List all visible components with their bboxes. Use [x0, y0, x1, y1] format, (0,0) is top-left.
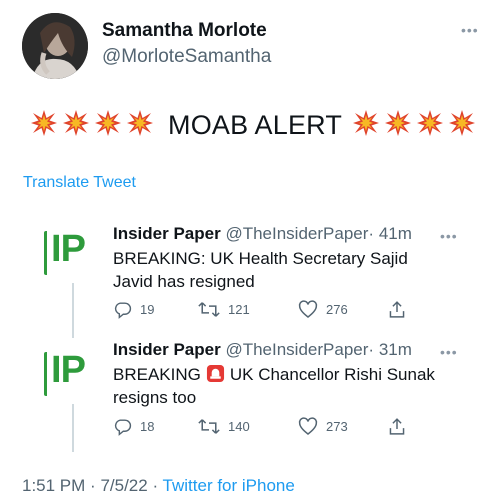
quoted-tweet-text-rest: UK Chancellor Rishi Sunak	[229, 365, 435, 384]
quoted-tweet-text: BREAKING: UK Health Secretary Sajid Javi…	[113, 247, 408, 293]
tweet-footer: 1:51 PM · 7/5/22 · Twitter for iPhone	[22, 476, 295, 496]
tweet-text: MOAB ALERT	[30, 108, 480, 142]
footer-separator: ·	[90, 476, 96, 495]
like-count: 276	[326, 302, 348, 317]
collision-icon	[31, 109, 57, 136]
retweet-icon	[198, 419, 220, 434]
retweet-button[interactable]: 140	[198, 417, 298, 436]
collision-icon	[385, 109, 412, 136]
author-handle[interactable]: @MorloteSamantha	[102, 46, 271, 68]
quoted-tweet-header: Insider Paper @TheInsiderPaper· 31m	[113, 340, 412, 360]
breaking-label: BREAKING	[113, 365, 201, 384]
quoted-tweet-line: Javid has resigned	[113, 272, 255, 291]
quoted-author-name[interactable]: Insider Paper	[113, 224, 221, 243]
like-button[interactable]: 273	[298, 417, 388, 436]
post-time[interactable]: 1:51 PM	[22, 476, 85, 495]
collision-icon	[449, 109, 476, 136]
like-count: 273	[326, 419, 348, 434]
collision-emoji-group-right	[352, 109, 480, 142]
insider-paper-logo: IP	[51, 349, 86, 391]
collision-icon	[63, 109, 89, 136]
quoted-tweet-time[interactable]: 41m	[379, 224, 412, 243]
heart-icon	[298, 417, 318, 435]
retweet-button[interactable]: 121	[198, 300, 298, 319]
quoted-tweet-line: BREAKING: UK Health Secretary Sajid	[113, 249, 408, 268]
quoted-tweet-header: Insider Paper @TheInsiderPaper· 41m	[113, 224, 412, 244]
more-options-icon[interactable]: •••	[461, 22, 479, 38]
reply-count: 18	[140, 419, 155, 434]
avatar-photo	[22, 13, 88, 79]
thread-line	[72, 283, 74, 338]
quoted-tweet-actions: 18 140 273	[113, 417, 414, 436]
like-button[interactable]: 276	[298, 300, 388, 319]
collision-icon	[353, 109, 380, 136]
collision-emoji-group-left	[30, 109, 158, 142]
collision-icon	[95, 109, 121, 136]
insider-paper-logo: IP	[51, 228, 86, 270]
heart-icon	[298, 300, 318, 318]
quoted-tweet-line: BREAKING UK Chancellor Rishi Sunak	[113, 363, 435, 386]
share-button[interactable]	[388, 300, 414, 319]
share-button[interactable]	[388, 417, 414, 436]
reply-count: 19	[140, 302, 155, 317]
collision-icon	[417, 109, 444, 136]
retweet-count: 140	[228, 419, 250, 434]
avatar[interactable]	[22, 13, 88, 79]
retweet-icon	[198, 302, 220, 317]
retweet-count: 121	[228, 302, 250, 317]
header-separator: ·	[368, 224, 375, 243]
footer-separator: ·	[152, 476, 159, 495]
quoted-author-handle[interactable]: @TheInsiderPaper	[225, 340, 368, 359]
quoted-tweet-text: BREAKING UK Chancellor Rishi Sunak resign…	[113, 363, 435, 409]
share-icon	[389, 301, 405, 318]
header-separator: ·	[368, 340, 375, 359]
reply-button[interactable]: 18	[113, 417, 198, 436]
insider-paper-avatar[interactable]: IP	[44, 349, 107, 396]
tweet-text-content: MOAB ALERT	[168, 109, 343, 140]
source-link[interactable]: Twitter for iPhone	[163, 476, 295, 495]
quoted-tweet-time[interactable]: 31m	[379, 340, 412, 359]
more-options-icon[interactable]: •••	[440, 344, 458, 360]
collision-icon	[127, 109, 153, 136]
quoted-tweet-actions: 19 121 276	[113, 300, 414, 319]
reply-button[interactable]: 19	[113, 300, 198, 319]
quoted-author-handle[interactable]: @TheInsiderPaper	[225, 224, 368, 243]
quoted-tweet-line: resigns too	[113, 388, 197, 407]
reply-icon	[114, 302, 132, 319]
thread-line	[72, 404, 74, 452]
quoted-author-name[interactable]: Insider Paper	[113, 340, 221, 359]
author-display-name[interactable]: Samantha Morlote	[102, 20, 267, 42]
translate-tweet-link[interactable]: Translate Tweet	[23, 174, 136, 192]
share-icon	[389, 418, 405, 435]
insider-paper-avatar[interactable]: IP	[44, 228, 107, 275]
more-options-icon[interactable]: •••	[440, 228, 458, 244]
post-date[interactable]: 7/5/22	[100, 476, 147, 495]
police-car-light-icon	[206, 364, 224, 383]
reply-icon	[114, 419, 132, 436]
